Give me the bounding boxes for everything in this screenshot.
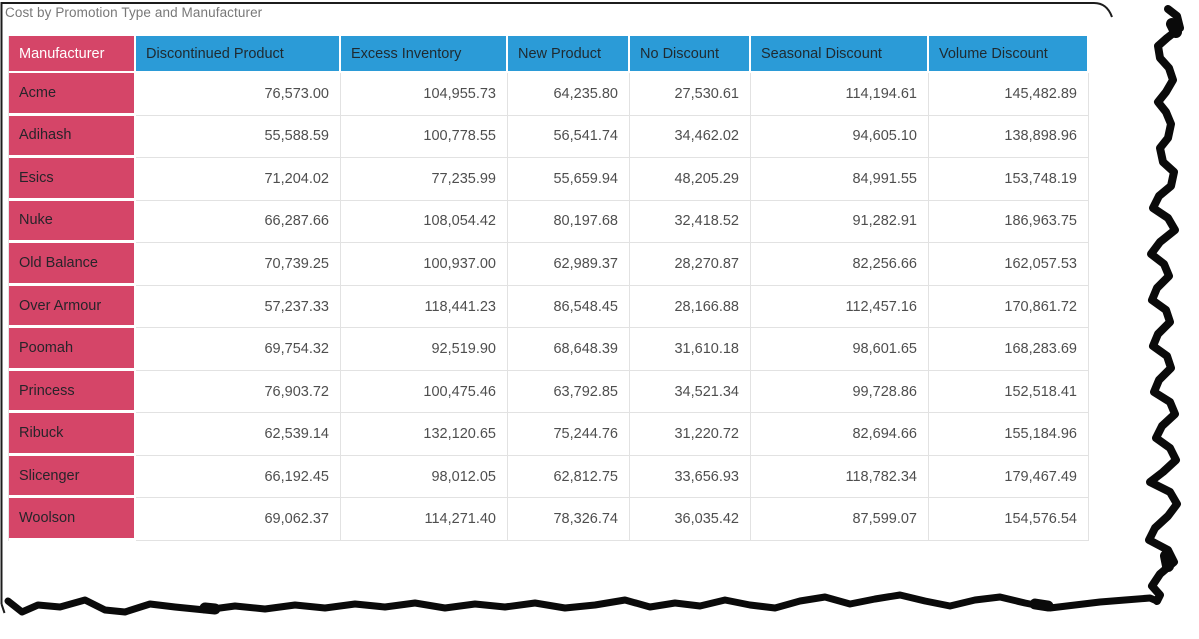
page-title: Cost by Promotion Type and Manufacturer [5, 5, 263, 20]
data-cell[interactable]: 114,194.61 [751, 73, 929, 116]
data-cell[interactable]: 118,441.23 [341, 285, 508, 329]
data-cell[interactable]: 48,205.29 [630, 158, 751, 201]
data-cell[interactable]: 87,599.07 [751, 498, 929, 542]
data-cell[interactable]: 114,271.40 [341, 498, 508, 542]
column-header-no-discount[interactable]: No Discount [630, 36, 751, 73]
data-cell[interactable]: 100,937.00 [341, 243, 508, 286]
data-cell[interactable]: 154,576.54 [929, 498, 1089, 542]
data-cell[interactable]: 64,235.80 [508, 73, 630, 116]
data-cell[interactable]: 99,728.86 [751, 370, 929, 414]
data-cell[interactable]: 145,482.89 [929, 73, 1089, 116]
data-cell[interactable]: 31,610.18 [630, 328, 751, 371]
data-cell[interactable]: 75,244.76 [508, 413, 630, 456]
data-cell[interactable]: 27,530.61 [630, 73, 751, 116]
data-cell[interactable]: 138,898.96 [929, 115, 1089, 159]
data-cell[interactable]: 82,694.66 [751, 413, 929, 456]
tear-blob [1029, 598, 1054, 612]
corner-header-manufacturer[interactable]: Manufacturer [9, 36, 136, 73]
row-header-over-armour[interactable]: Over Armour [9, 285, 136, 329]
data-cell[interactable]: 118,782.34 [751, 455, 929, 499]
row-header-nuke[interactable]: Nuke [9, 200, 136, 244]
data-cell[interactable]: 34,521.34 [630, 370, 751, 414]
data-cell[interactable]: 153,748.19 [929, 158, 1089, 201]
data-cell[interactable]: 162,057.53 [929, 243, 1089, 286]
data-cell[interactable]: 28,166.88 [630, 285, 751, 329]
data-cell[interactable]: 78,326.74 [508, 498, 630, 542]
tear-blob [1160, 550, 1174, 572]
data-cell[interactable]: 86,548.45 [508, 285, 630, 329]
column-header-volume-discount[interactable]: Volume Discount [929, 36, 1089, 73]
row-header-princess[interactable]: Princess [9, 370, 136, 414]
data-cell[interactable]: 66,192.45 [136, 455, 341, 499]
data-cell[interactable]: 68,648.39 [508, 328, 630, 371]
data-cell[interactable]: 94,605.10 [751, 115, 929, 159]
data-cell[interactable]: 36,035.42 [630, 498, 751, 542]
data-cell[interactable]: 55,659.94 [508, 158, 630, 201]
row-header-adihash[interactable]: Adihash [9, 115, 136, 159]
row-header-ribuck[interactable]: Ribuck [9, 413, 136, 456]
torn-edge-bottom [4, 591, 1161, 616]
data-cell[interactable]: 179,467.49 [929, 455, 1089, 499]
data-cell[interactable]: 112,457.16 [751, 285, 929, 329]
data-cell[interactable]: 92,519.90 [341, 328, 508, 371]
data-cell[interactable]: 104,955.73 [341, 73, 508, 116]
data-cell[interactable]: 28,270.87 [630, 243, 751, 286]
row-header-old-balance[interactable]: Old Balance [9, 243, 136, 286]
data-cell[interactable]: 152,518.41 [929, 370, 1089, 414]
data-cell[interactable]: 100,475.46 [341, 370, 508, 414]
data-cell[interactable]: 31,220.72 [630, 413, 751, 456]
column-header-seasonal-discount[interactable]: Seasonal Discount [751, 36, 929, 73]
data-cell[interactable]: 91,282.91 [751, 200, 929, 244]
data-cell[interactable]: 108,054.42 [341, 200, 508, 244]
torn-edge-right [1145, 5, 1184, 605]
data-cell[interactable]: 186,963.75 [929, 200, 1089, 244]
data-cell[interactable]: 82,256.66 [751, 243, 929, 286]
data-cell[interactable]: 84,991.55 [751, 158, 929, 201]
matrix-table: Manufacturer Discontinued Product Excess I… [8, 36, 1089, 542]
data-cell[interactable]: 155,184.96 [929, 413, 1089, 456]
column-header-excess-inventory[interactable]: Excess Inventory [341, 36, 508, 73]
row-header-slicenger[interactable]: Slicenger [9, 455, 136, 499]
data-cell[interactable]: 62,539.14 [136, 413, 341, 456]
data-cell[interactable]: 62,812.75 [508, 455, 630, 499]
row-header-woolson[interactable]: Woolson [9, 498, 136, 542]
data-cell[interactable]: 132,120.65 [341, 413, 508, 456]
window-border-foot [0, 603, 6, 614]
data-cell[interactable]: 55,588.59 [136, 115, 341, 159]
data-cell[interactable]: 71,204.02 [136, 158, 341, 201]
data-cell[interactable]: 62,989.37 [508, 243, 630, 286]
data-cell[interactable]: 32,418.52 [630, 200, 751, 244]
data-cell[interactable]: 66,287.66 [136, 200, 341, 244]
data-cell[interactable]: 63,792.85 [508, 370, 630, 414]
data-cell[interactable]: 33,656.93 [630, 455, 751, 499]
data-cell[interactable]: 168,283.69 [929, 328, 1089, 371]
data-cell[interactable]: 80,197.68 [508, 200, 630, 244]
data-cell[interactable]: 69,062.37 [136, 498, 341, 542]
data-cell[interactable]: 170,861.72 [929, 285, 1089, 329]
row-header-esics[interactable]: Esics [9, 158, 136, 201]
tear-blob [1166, 18, 1182, 38]
data-cell[interactable]: 56,541.74 [508, 115, 630, 159]
data-cell[interactable]: 98,601.65 [751, 328, 929, 371]
data-cell[interactable]: 77,235.99 [341, 158, 508, 201]
column-header-discontinued-product[interactable]: Discontinued Product [136, 36, 341, 73]
row-header-acme[interactable]: Acme [9, 73, 136, 116]
data-cell[interactable]: 76,573.00 [136, 73, 341, 116]
data-cell[interactable]: 76,903.72 [136, 370, 341, 414]
column-header-new-product[interactable]: New Product [508, 36, 630, 73]
data-cell[interactable]: 100,778.55 [341, 115, 508, 159]
row-header-poomah[interactable]: Poomah [9, 328, 136, 371]
data-cell[interactable]: 70,739.25 [136, 243, 341, 286]
data-cell[interactable]: 34,462.02 [630, 115, 751, 159]
tear-blob [199, 602, 221, 615]
data-cell[interactable]: 98,012.05 [341, 455, 508, 499]
data-cell[interactable]: 57,237.33 [136, 285, 341, 329]
data-cell[interactable]: 69,754.32 [136, 328, 341, 371]
